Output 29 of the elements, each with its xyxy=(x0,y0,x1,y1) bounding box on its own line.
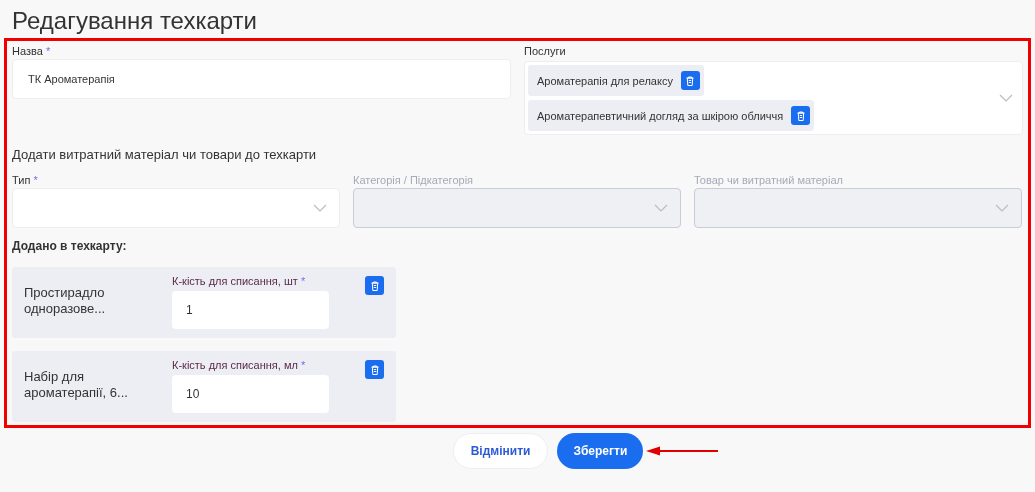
item-name: Набір для ароматерапії, 6... xyxy=(23,368,129,402)
section-heading: Додано в техкарту: xyxy=(12,239,128,255)
quantity-field[interactable]: 1 xyxy=(172,291,329,329)
field-label: Тип * xyxy=(12,173,39,188)
delete-button[interactable] xyxy=(365,360,384,379)
delete-button[interactable] xyxy=(791,106,811,125)
field-label: К-кість для списання, мл * xyxy=(172,358,307,373)
tag-label: Ароматерапія для релаксу xyxy=(537,74,673,87)
tag-label: Ароматерапевтичний догляд за шкірою обличчя xyxy=(537,109,784,122)
field-label: Товар чи витратний матеріал xyxy=(694,173,844,188)
chevron-down-icon xyxy=(654,204,668,212)
field-label: К-кість для списання, шт * xyxy=(172,274,307,289)
field-label: Послуги xyxy=(524,44,567,59)
field-label: Назва * xyxy=(12,44,52,59)
services-select[interactable]: Ароматерапія для релаксу Ароматерапевтичний догляд за шкірою обличчя xyxy=(524,61,1023,135)
section-heading: Додати витратний матеріал чи товари до техкарти xyxy=(12,147,318,164)
item-name: Простирадло одноразове... xyxy=(23,284,107,318)
cancel-button[interactable]: Відмінити xyxy=(452,433,549,469)
save-button[interactable]: Зберегти xyxy=(557,433,644,469)
field-label: Категорія / Підкатегорія xyxy=(353,173,475,188)
quantity-field[interactable]: 10 xyxy=(172,375,329,413)
delete-button[interactable] xyxy=(365,276,384,295)
chevron-down-icon xyxy=(999,94,1013,102)
trash-icon xyxy=(684,74,697,87)
chevron-down-icon xyxy=(995,204,1009,212)
delete-button[interactable] xyxy=(680,71,700,90)
name-field[interactable]: ТК Ароматерапія xyxy=(12,59,511,99)
page-title: Редагування техкарти xyxy=(11,6,258,36)
chevron-down-icon xyxy=(313,204,327,212)
